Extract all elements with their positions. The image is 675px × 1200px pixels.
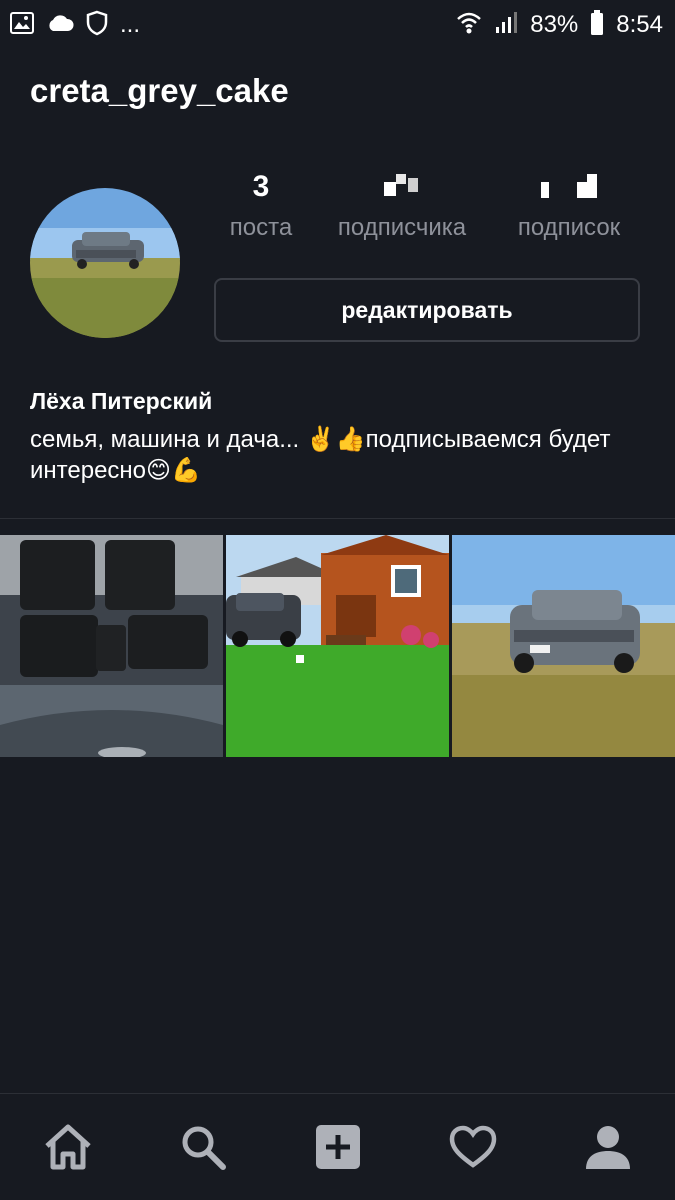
following-label: подписок: [517, 214, 621, 241]
status-bar-left: ...: [10, 10, 140, 41]
status-overflow: ...: [120, 11, 141, 38]
nav-add-post[interactable]: [298, 1107, 378, 1187]
profile-full-name: Лёха Питерский: [30, 388, 213, 414]
home-icon: [44, 1124, 91, 1170]
post-house-lawn[interactable]: [226, 535, 449, 757]
nav-home[interactable]: [28, 1107, 108, 1187]
battery-percent: 83%: [530, 11, 579, 38]
nav-search[interactable]: [163, 1107, 243, 1187]
following-stat[interactable]: подписок: [504, 170, 634, 242]
posts-count: 3: [252, 170, 270, 203]
clock: 8:54: [616, 11, 663, 38]
battery-icon: [590, 9, 604, 41]
followers-stat[interactable]: подписчика: [322, 170, 482, 242]
status-bar: ... 83% 8:54: [0, 0, 675, 50]
following-count-masked: [504, 170, 634, 206]
post-grid: [0, 535, 675, 757]
nav-activity[interactable]: [433, 1107, 513, 1187]
divider: [0, 518, 675, 519]
shield-icon: [86, 10, 108, 41]
bottom-nav: [0, 1093, 675, 1200]
add-post-icon: [315, 1125, 360, 1169]
image-icon: [10, 11, 34, 39]
status-bar-right: 83% 8:54: [456, 9, 663, 41]
followers-count-masked: [322, 170, 482, 206]
profile-bio: семья, машина и дача... ✌️👍подписываемся…: [30, 426, 611, 484]
post-car-mats[interactable]: [0, 535, 223, 757]
profile-username: creta_grey_cake: [30, 72, 289, 109]
nav-profile[interactable]: [568, 1107, 648, 1187]
profile-icon: [585, 1126, 630, 1169]
post-car-field[interactable]: [452, 535, 675, 757]
cloud-icon: [46, 13, 74, 38]
avatar[interactable]: [30, 188, 180, 338]
wifi-icon: [456, 11, 482, 40]
posts-label: поста: [229, 214, 293, 241]
followers-label: подписчика: [337, 214, 467, 241]
posts-stat[interactable]: 3 поста: [222, 170, 300, 242]
search-icon: [182, 1126, 226, 1170]
edit-profile-button[interactable]: редактировать: [214, 278, 640, 342]
signal-icon: [494, 11, 518, 40]
heart-icon: [449, 1125, 496, 1168]
